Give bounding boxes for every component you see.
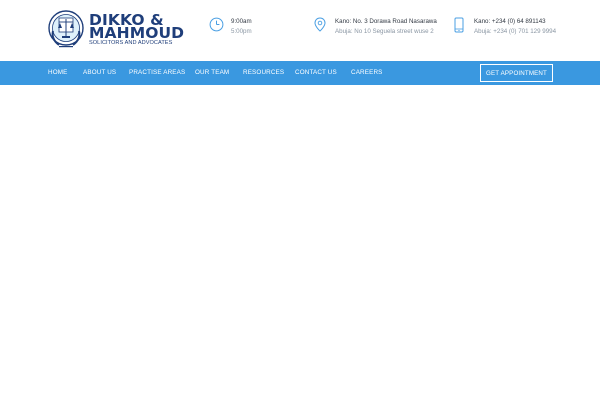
- scales-of-justice-emblem-icon: [48, 10, 84, 48]
- address-abuja: Abuja: No 10 Seguela street wuse 2: [335, 28, 434, 35]
- nav-item-home[interactable]: HOME: [48, 69, 68, 76]
- nav-item-careers[interactable]: CAREERS: [351, 69, 383, 76]
- office-hours: 9:00am 5:00pm: [209, 16, 279, 40]
- location-pin-icon: [314, 17, 326, 32]
- nav-item-contact-us[interactable]: CONTACT US: [295, 69, 337, 76]
- main-navigation: HOME ABOUT US PRACTISE AREAS OUR TEAM RE…: [0, 61, 600, 85]
- phone-kano[interactable]: Kano: +234 (0) 64 891143: [474, 18, 546, 25]
- nav-item-practise-areas[interactable]: PRACTISE AREAS: [129, 69, 185, 76]
- nav-item-our-team[interactable]: OUR TEAM: [195, 69, 229, 76]
- nav-item-resources[interactable]: RESOURCES: [243, 69, 284, 76]
- office-address: Kano: No. 3 Dorawa Road Nasarawa Abuja: …: [314, 16, 444, 40]
- address-kano: Kano: No. 3 Dorawa Road Nasarawa: [335, 18, 437, 25]
- header-top-bar: DIKKO & MAHMOUD SOLICITORS AND ADVOCATES…: [0, 0, 600, 61]
- clock-icon: [209, 17, 224, 32]
- phone-abuja[interactable]: Abuja: +234 (0) 701 129 9994: [474, 28, 556, 35]
- site-logo[interactable]: DIKKO & MAHMOUD SOLICITORS AND ADVOCATES: [47, 9, 187, 51]
- get-appointment-button[interactable]: GET APPOINTMENT: [480, 64, 553, 82]
- mobile-phone-icon: [454, 17, 464, 33]
- office-phone: Kano: +234 (0) 64 891143 Abuja: +234 (0)…: [454, 16, 564, 40]
- nav-item-about-us[interactable]: ABOUT US: [83, 69, 116, 76]
- logo-tagline: SOLICITORS AND ADVOCATES: [89, 40, 173, 46]
- logo-name-line-2: MAHMOUD: [89, 24, 185, 42]
- hours-open: 9:00am: [231, 18, 252, 25]
- hours-close: 5:00pm: [231, 28, 252, 35]
- page-content-area: [0, 85, 600, 400]
